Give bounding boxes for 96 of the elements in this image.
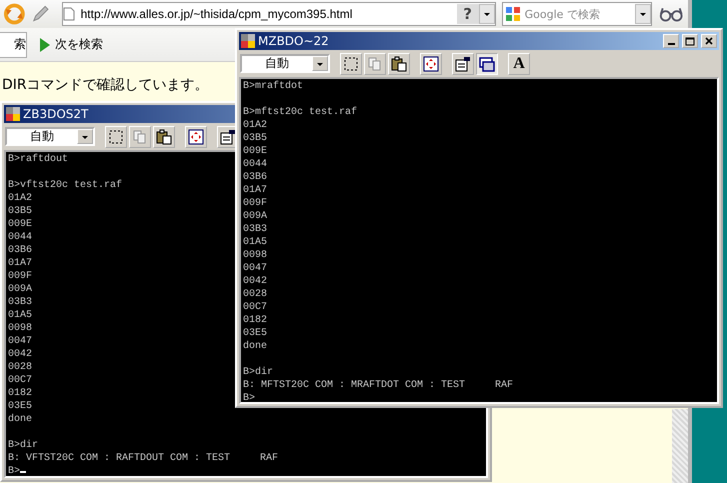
find-next-button[interactable]: 次を検索 — [37, 36, 105, 53]
help-button[interactable]: ? — [456, 4, 479, 24]
paste-button[interactable] — [153, 126, 175, 148]
window-title: ZB3DOS2T — [23, 107, 88, 121]
caret-icon — [482, 11, 491, 17]
console-line: B>mraftdot — [243, 81, 304, 92]
console-line: 0047 — [243, 263, 268, 274]
pencil-icon[interactable] — [30, 4, 50, 24]
selection-icon — [108, 128, 124, 144]
console-line: 00C7 — [243, 302, 268, 313]
console-line: B> — [8, 466, 20, 476]
console-line: 0042 — [243, 276, 268, 287]
console-line: done — [243, 341, 268, 352]
console-line: B>raftdout — [8, 154, 68, 165]
caret-icon — [638, 11, 647, 17]
console-line: B>dir — [243, 367, 274, 378]
console-line: B>dir — [8, 440, 38, 451]
console-line: 03E5 — [243, 328, 268, 339]
paste-button[interactable] — [388, 52, 410, 74]
refresh-icon[interactable] — [4, 3, 25, 25]
address-bar[interactable]: http://www.alles.or.jp/~thisida/cpm_mycom395.html ? — [62, 2, 496, 26]
console-line: 01A5 — [8, 310, 32, 321]
caret-icon — [81, 134, 89, 140]
selection-button[interactable] — [105, 126, 127, 148]
fullscreen-icon — [188, 128, 204, 144]
console-line: done — [8, 414, 32, 425]
cursor — [20, 471, 26, 473]
console-line: B: VFTST20C COM : RAFTDOUT COM : TEST RAF — [8, 453, 278, 464]
console-line: 03B5 — [8, 206, 32, 217]
console-line: 01A2 — [8, 193, 32, 204]
window-button[interactable] — [476, 52, 498, 74]
fullscreen-button[interactable] — [420, 52, 442, 74]
console-line: 01A7 — [8, 258, 32, 269]
console-line: B> — [243, 393, 256, 402]
console-line: B: MFTST20C COM : MRAFTDOT COM : TEST RAF — [243, 380, 514, 391]
console-line: 0028 — [8, 362, 32, 373]
paste-icon — [391, 56, 407, 72]
search-field[interactable]: Google で検索 — [502, 2, 652, 26]
properties-icon — [455, 56, 471, 72]
console-line: 01A2 — [243, 120, 268, 131]
console-line: 009E — [243, 146, 268, 157]
minimize-icon — [668, 43, 674, 45]
play-icon — [39, 36, 51, 52]
page-text: DIRコマンドで確認しています。 — [2, 76, 209, 94]
console-line: 01A5 — [243, 237, 268, 248]
console-line: 009A — [8, 284, 32, 295]
fullscreen-button[interactable] — [185, 126, 207, 148]
console-line: 03B3 — [243, 224, 268, 235]
console-line: 0044 — [8, 232, 32, 243]
maximize-icon — [685, 36, 695, 46]
console-line: 03B6 — [243, 172, 268, 183]
find-field[interactable]: 索 — [0, 32, 27, 58]
msdos-icon — [241, 34, 255, 48]
maximize-button[interactable] — [682, 34, 698, 48]
console-line: 0047 — [8, 336, 32, 347]
fullscreen-icon — [423, 56, 439, 72]
selection-button[interactable] — [340, 52, 362, 74]
copy-icon — [132, 128, 148, 144]
console-line: B>mftst20c test.raf — [243, 107, 358, 118]
console-line: 03B6 — [8, 245, 32, 256]
paste-icon — [156, 128, 172, 144]
console-line: 03E5 — [8, 401, 32, 412]
console-line: 009E — [8, 219, 32, 230]
minimize-button[interactable] — [663, 34, 679, 48]
console-line: 00C7 — [8, 375, 32, 386]
window-title: MZBDO~22 — [258, 34, 329, 48]
console-line: 01A7 — [243, 185, 268, 196]
font-size-dropdown[interactable]: 自動 — [5, 127, 95, 146]
console-line: B>vftst20c test.raf — [8, 180, 122, 191]
console-line: 009A — [243, 211, 268, 222]
close-icon — [704, 36, 714, 46]
selection-icon — [343, 56, 359, 72]
console-line: 0044 — [243, 159, 268, 170]
window-icon — [479, 56, 495, 72]
console-line: 0028 — [243, 289, 268, 300]
console-line: 0098 — [8, 323, 32, 334]
msdos-icon — [6, 107, 20, 121]
page-icon — [62, 7, 75, 21]
search-engine-icon — [504, 6, 521, 22]
close-button[interactable] — [701, 34, 717, 48]
console-line: 0042 — [8, 349, 32, 360]
console-line: 009F — [8, 271, 32, 282]
console-line: 03B3 — [8, 297, 32, 308]
dropdown-button[interactable] — [634, 4, 651, 24]
console-line: 03B5 — [243, 133, 268, 144]
dropdown-button[interactable] — [478, 4, 495, 24]
scrollbar-track[interactable] — [672, 409, 688, 483]
properties-button[interactable] — [452, 52, 474, 74]
console-line: 0182 — [243, 315, 268, 326]
glasses-icon[interactable] — [658, 5, 684, 23]
font-size-dropdown[interactable]: 自動 — [240, 54, 330, 73]
font-button[interactable]: A — [508, 52, 530, 74]
copy-icon — [367, 56, 383, 72]
console-line: 0182 — [8, 388, 32, 399]
console-line: 0098 — [243, 250, 268, 261]
console-line: 009F — [243, 198, 268, 209]
